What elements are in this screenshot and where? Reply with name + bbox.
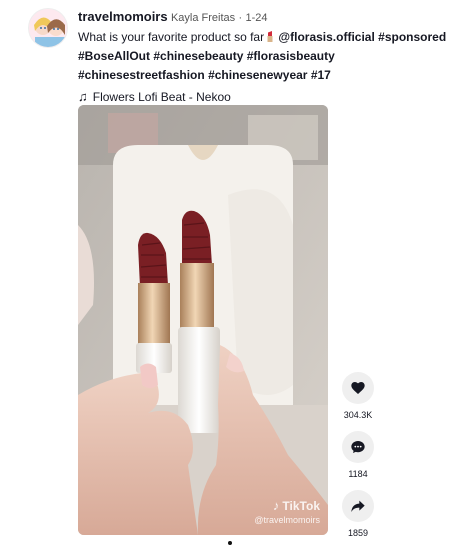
caption: What is your favorite product so far @fl… bbox=[78, 28, 448, 85]
hashtag-link[interactable]: #chinesebeauty bbox=[153, 49, 243, 63]
username[interactable]: travelmomoirs bbox=[78, 9, 168, 24]
music-link[interactable]: ♫ Flowers Lofi Beat - Nekoo bbox=[78, 89, 448, 105]
comment-icon bbox=[351, 441, 365, 453]
hashtag-link[interactable]: #17 bbox=[311, 68, 331, 82]
comment-count: 1184 bbox=[348, 469, 368, 479]
share-button[interactable] bbox=[342, 490, 374, 522]
mention-link[interactable]: @florasis.official bbox=[278, 30, 374, 44]
like-count: 304.3K bbox=[343, 410, 373, 420]
tiktok-logo-icon: ♪ bbox=[272, 498, 280, 513]
tiktok-watermark: ♪ TikTok @travelmomoirs bbox=[254, 499, 320, 527]
author-avatar[interactable] bbox=[28, 8, 68, 48]
action-bar: 304.3K 1184 1859 bbox=[338, 372, 378, 549]
share-action: 1859 bbox=[338, 490, 378, 538]
separator: · bbox=[238, 12, 243, 24]
share-arrow-icon bbox=[351, 500, 365, 512]
video-frame bbox=[78, 105, 328, 535]
watermark-handle: @travelmomoirs bbox=[254, 515, 320, 525]
caption-text: What is your favorite product so far bbox=[78, 30, 265, 44]
like-button[interactable] bbox=[342, 372, 374, 404]
post-date: 1-24 bbox=[245, 12, 268, 24]
comment-button[interactable] bbox=[342, 431, 374, 463]
author-line: travelmomoirs Kayla Freitas · 1-24 bbox=[78, 9, 448, 26]
share-count: 1859 bbox=[347, 528, 369, 538]
music-note-icon: ♫ bbox=[78, 89, 88, 104]
hashtag-link[interactable]: #chinesenewyear bbox=[208, 68, 307, 82]
heart-icon bbox=[351, 382, 365, 394]
avatar-illustration bbox=[29, 9, 67, 47]
comment-action: 1184 bbox=[338, 431, 378, 479]
watermark-brand: TikTok bbox=[282, 499, 320, 513]
pagination-dot bbox=[228, 541, 232, 545]
hashtag-link[interactable]: #chinesestreetfashion bbox=[78, 68, 205, 82]
hashtag-link[interactable]: #BoseAllOut bbox=[78, 49, 150, 63]
nickname: Kayla Freitas bbox=[170, 12, 236, 24]
lipstick-icon bbox=[267, 31, 273, 42]
like-action: 304.3K bbox=[338, 372, 378, 420]
post-header: travelmomoirs Kayla Freitas · 1-24 What … bbox=[78, 9, 448, 105]
hashtag-link[interactable]: #sponsored bbox=[378, 30, 446, 44]
music-title: Flowers Lofi Beat - Nekoo bbox=[92, 90, 231, 104]
hashtag-link[interactable]: #florasisbeauty bbox=[247, 49, 335, 63]
video-player[interactable]: ♪ TikTok @travelmomoirs bbox=[78, 105, 328, 535]
